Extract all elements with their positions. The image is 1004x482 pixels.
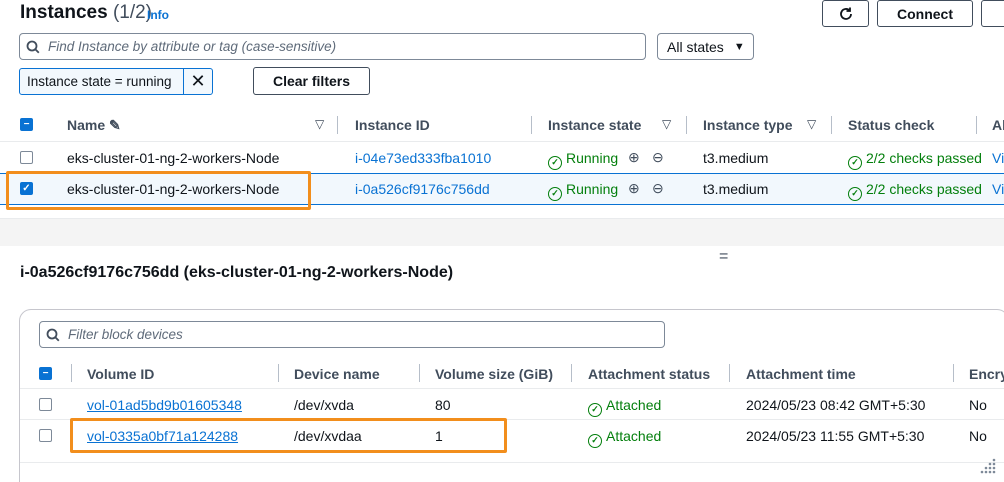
column-header-volume-size[interactable]: Volume size (GiB) xyxy=(435,366,553,382)
states-select[interactable]: All states ▼ xyxy=(657,33,754,60)
filter-token-label: Instance state = running xyxy=(20,69,184,94)
attachment-status-text: Attached xyxy=(606,397,662,413)
column-header-instance-type[interactable]: Instance type xyxy=(703,117,792,133)
attachment-time: 2024/05/23 08:42 GMT+5:30 xyxy=(746,397,926,413)
column-header-volume-id[interactable]: Volume ID xyxy=(87,366,154,382)
search-icon xyxy=(46,328,60,341)
volume-row[interactable]: vol-01ad5bd9b01605348 /dev/xvda 80 ✓ Atta… xyxy=(20,388,1004,419)
clear-filters-button[interactable]: Clear filters xyxy=(253,67,370,95)
device-name: /dev/xvda xyxy=(294,397,354,413)
check-circle-icon: ✓ xyxy=(548,187,562,201)
sort-name-icon[interactable]: ▽ xyxy=(315,117,324,131)
sort-state-icon[interactable]: ▽ xyxy=(662,117,671,131)
alarm-link[interactable]: Vi xyxy=(992,150,1004,166)
zoom-out-icon[interactable]: ⊖ xyxy=(652,149,664,166)
filter-placeholder: Filter block devices xyxy=(68,327,183,342)
detail-title: i-0a526cf9176c756dd (eks-cluster-01-ng-2… xyxy=(20,264,454,281)
column-header-alarm[interactable]: Al xyxy=(992,117,1004,133)
instance-search-input[interactable]: Find Instance by attribute or tag (case-… xyxy=(19,33,646,60)
row-checkbox[interactable] xyxy=(39,398,52,411)
check-circle-icon: ✓ xyxy=(848,187,862,201)
column-header-device-name[interactable]: Device name xyxy=(294,366,380,382)
row-checkbox[interactable] xyxy=(39,429,52,442)
status-check-text: 2/2 checks passed xyxy=(866,181,982,197)
filter-token: Instance state = running ✕ xyxy=(19,68,213,95)
column-header-instance-id[interactable]: Instance ID xyxy=(355,117,430,133)
column-divider xyxy=(337,116,338,134)
caret-down-icon: ▼ xyxy=(733,40,745,53)
section-divider xyxy=(20,462,1004,463)
title-text: Instances xyxy=(20,2,108,23)
page-title: Instances (1/2) xyxy=(20,2,152,24)
instance-state-text: Running xyxy=(566,181,619,197)
select-all-checkbox[interactable]: − xyxy=(20,118,33,131)
check-circle-icon: ✓ xyxy=(588,434,602,448)
instance-type: t3.medium xyxy=(703,181,769,197)
row-checkbox[interactable] xyxy=(20,151,33,164)
column-header-attachment-time[interactable]: Attachment time xyxy=(746,366,856,382)
encryption: No xyxy=(969,397,987,413)
instance-id-link[interactable]: i-0a526cf9176c756dd xyxy=(355,181,490,197)
column-divider xyxy=(571,364,572,382)
column-divider xyxy=(419,364,420,382)
table-row[interactable]: eks-cluster-01-ng-2-workers-Node i-04e73… xyxy=(0,141,1004,173)
column-divider xyxy=(71,364,72,382)
column-header-instance-state[interactable]: Instance state xyxy=(548,117,641,133)
highlight-box-volume xyxy=(70,418,507,453)
zoom-out-icon[interactable]: ⊖ xyxy=(652,180,664,197)
column-header-encryption[interactable]: Encry xyxy=(969,366,1004,382)
alarm-link[interactable]: Vi xyxy=(992,181,1004,197)
column-divider xyxy=(953,364,954,382)
instance-state-text: Running xyxy=(566,150,619,166)
check-circle-icon: ✓ xyxy=(848,156,862,170)
check-circle-icon: ✓ xyxy=(588,403,602,417)
column-name-label: Name xyxy=(67,117,106,133)
resize-grip-icon[interactable] xyxy=(974,452,1000,478)
attachment-status: ✓ Attached xyxy=(588,397,661,417)
column-divider xyxy=(831,116,832,134)
column-header-status-check[interactable]: Status check xyxy=(848,117,934,133)
select-all-volumes-checkbox[interactable]: − xyxy=(39,367,52,380)
column-header-attachment-status[interactable]: Attachment status xyxy=(588,366,710,382)
instance-id-link[interactable]: i-04e73ed333fba1010 xyxy=(355,150,491,166)
column-divider xyxy=(686,116,687,134)
block-devices-filter-input[interactable]: Filter block devices xyxy=(39,321,665,348)
volume-id-link[interactable]: vol-01ad5bd9b01605348 xyxy=(87,397,242,413)
status-check-text: 2/2 checks passed xyxy=(866,150,982,166)
column-divider xyxy=(531,116,532,134)
search-placeholder: Find Instance by attribute or tag (case-… xyxy=(48,39,337,54)
split-panel-divider xyxy=(0,218,1004,246)
refresh-icon xyxy=(839,7,852,20)
column-divider xyxy=(278,364,279,382)
check-circle-icon: ✓ xyxy=(548,156,562,170)
column-divider xyxy=(976,116,977,134)
instance-state-button[interactable] xyxy=(981,0,1004,27)
status-check: ✓ 2/2 checks passed xyxy=(848,150,982,170)
remove-filter-icon[interactable]: ✕ xyxy=(184,71,212,92)
refresh-button[interactable] xyxy=(822,0,869,27)
instance-state: ✓ Running xyxy=(548,181,618,201)
info-link[interactable]: Info xyxy=(147,8,169,22)
instance-state: ✓ Running xyxy=(548,150,618,170)
edit-icon: ✎ xyxy=(109,117,121,133)
attachment-status-text: Attached xyxy=(606,428,662,444)
attachment-time: 2024/05/23 11:55 GMT+5:30 xyxy=(746,428,925,444)
search-icon xyxy=(26,40,40,53)
sort-type-icon[interactable]: ▽ xyxy=(807,117,816,131)
zoom-in-icon[interactable]: ⊕ xyxy=(628,149,640,166)
column-divider xyxy=(729,364,730,382)
instance-name: eks-cluster-01-ng-2-workers-Node xyxy=(67,150,280,166)
column-header-name[interactable]: Name ✎ xyxy=(67,117,121,134)
volume-size: 80 xyxy=(435,397,451,413)
highlight-box-instance xyxy=(6,171,311,210)
resize-handle-icon[interactable]: = xyxy=(719,248,728,266)
instance-type: t3.medium xyxy=(703,150,769,166)
states-select-value: All states xyxy=(667,38,724,55)
zoom-in-icon[interactable]: ⊕ xyxy=(628,180,640,197)
connect-button[interactable]: Connect xyxy=(877,0,973,27)
encryption: No xyxy=(969,428,987,444)
attachment-status: ✓ Attached xyxy=(588,428,661,448)
status-check: ✓ 2/2 checks passed xyxy=(848,181,982,201)
